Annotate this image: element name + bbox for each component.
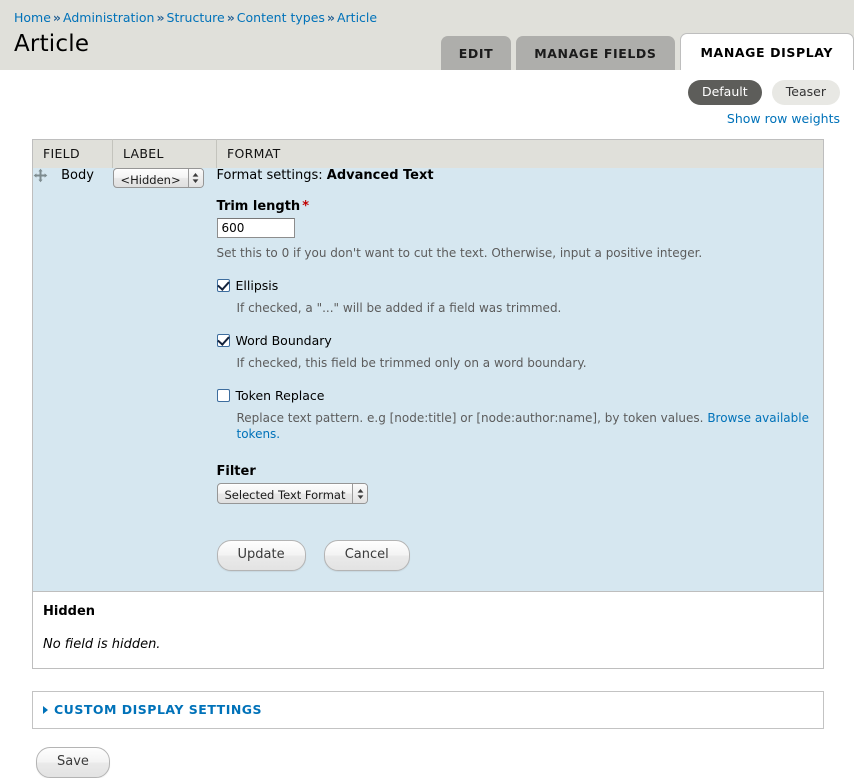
filter-label: Filter xyxy=(216,464,256,479)
breadcrumb-item-home[interactable]: Home xyxy=(14,10,51,25)
hidden-region-empty-message: No field is hidden. xyxy=(43,637,161,652)
cell-label: <Hidden> xyxy=(112,168,217,592)
breadcrumb-item-content-types[interactable]: Content types xyxy=(237,10,325,25)
filter-select[interactable]: Selected Text Format xyxy=(216,483,369,504)
page-header: Home» Administration» Structure» Content ty… xyxy=(0,0,854,70)
table-header-row: FIELD LABEL FORMAT xyxy=(32,139,824,168)
show-row-weights-wrap: Show row weights xyxy=(0,105,854,127)
show-row-weights-link[interactable]: Show row weights xyxy=(727,111,840,126)
cell-format: Format settings: Advanced Text Trim leng… xyxy=(216,168,824,592)
view-mode-switcher: Default Teaser xyxy=(0,70,854,105)
required-marker: * xyxy=(302,199,309,214)
stepper-arrows-icon xyxy=(187,169,203,187)
filter-select-value: Selected Text Format xyxy=(224,488,346,502)
word-boundary-checkbox-row: Word Boundary xyxy=(216,333,824,348)
token-replace-checkbox-row: Token Replace xyxy=(216,388,824,403)
update-button[interactable]: Update xyxy=(216,540,306,571)
word-boundary-checkbox[interactable] xyxy=(216,334,230,347)
view-mode-default[interactable]: Default xyxy=(687,80,762,105)
ellipsis-description: If checked, a "..." will be added if a f… xyxy=(236,301,562,315)
label-display-select-value: <Hidden> xyxy=(120,173,181,187)
trim-length-description: Set this to 0 if you don't want to cut t… xyxy=(216,246,703,260)
stepper-arrows-icon xyxy=(352,484,368,503)
table-head: FIELD LABEL FORMAT xyxy=(32,139,824,168)
breadcrumb-item-structure[interactable]: Structure xyxy=(167,10,225,25)
label-display-select[interactable]: <Hidden> xyxy=(112,168,204,188)
cancel-button[interactable]: Cancel xyxy=(323,540,410,571)
formatter-settings-form: Trim length* Set this to 0 if you don't … xyxy=(216,199,824,591)
column-header-field: FIELD xyxy=(32,139,113,168)
filter-block: Filter Selected Text Format xyxy=(216,464,824,504)
tab-manage-fields[interactable]: MANAGE FIELDS xyxy=(516,36,675,70)
ellipsis-checkbox[interactable] xyxy=(216,279,230,292)
save-button[interactable]: Save xyxy=(36,747,110,778)
ellipsis-checkbox-row: Ellipsis xyxy=(216,278,824,293)
cell-field: Body xyxy=(32,168,113,592)
token-replace-checkbox[interactable] xyxy=(216,389,230,402)
tab-manage-display[interactable]: MANAGE DISPLAY xyxy=(679,33,854,70)
table-row: Body <Hidden> Format settings: Advanced … xyxy=(32,168,824,592)
main-content: FIELD LABEL FORMAT Body <Hidden> Format … xyxy=(0,127,854,778)
column-header-format: FORMAT xyxy=(216,139,824,168)
token-replace-label[interactable]: Token Replace xyxy=(236,388,325,403)
token-replace-description-text: Replace text pattern. e.g [node:title] o… xyxy=(236,411,708,425)
ellipsis-label[interactable]: Ellipsis xyxy=(236,278,279,293)
format-settings-prefix: Format settings: xyxy=(216,168,327,183)
hidden-region: Hidden No field is hidden. xyxy=(32,592,824,669)
word-boundary-label[interactable]: Word Boundary xyxy=(236,333,332,348)
formatter-settings-actions: Update Cancel xyxy=(216,540,824,591)
format-settings-formatter-name: Advanced Text xyxy=(326,168,434,183)
column-header-label: LABEL xyxy=(112,139,217,168)
trim-length-label-text: Trim length xyxy=(216,199,301,214)
custom-display-settings-legend-text: CUSTOM DISPLAY SETTINGS xyxy=(54,702,263,717)
format-settings-heading: Format settings: Advanced Text xyxy=(217,168,824,183)
custom-display-settings-legend[interactable]: CUSTOM DISPLAY SETTINGS xyxy=(43,702,813,717)
breadcrumb-item-article[interactable]: Article xyxy=(337,10,377,25)
chevron-right-icon xyxy=(43,705,48,714)
breadcrumb-separator: » xyxy=(52,10,61,25)
custom-display-settings-fieldset[interactable]: CUSTOM DISPLAY SETTINGS xyxy=(32,691,824,729)
hidden-region-title: Hidden xyxy=(43,604,96,619)
token-replace-description: Replace text pattern. e.g [node:title] o… xyxy=(237,410,824,442)
breadcrumb-separator: » xyxy=(156,10,165,25)
breadcrumb: Home» Administration» Structure» Content ty… xyxy=(14,10,854,26)
trim-length-label: Trim length * xyxy=(217,199,824,214)
trim-length-input[interactable] xyxy=(216,218,295,238)
breadcrumb-item-administration[interactable]: Administration xyxy=(63,10,154,25)
view-mode-teaser[interactable]: Teaser xyxy=(771,80,840,105)
word-boundary-description: If checked, this field be trimmed only o… xyxy=(236,356,587,370)
field-name-body: Body xyxy=(61,168,94,183)
field-display-table: FIELD LABEL FORMAT Body <Hidden> Format … xyxy=(32,139,824,592)
tab-edit[interactable]: EDIT xyxy=(440,36,512,70)
form-actions: Save xyxy=(32,729,824,778)
breadcrumb-separator: » xyxy=(226,10,235,25)
breadcrumb-separator: » xyxy=(326,10,335,25)
drag-cross-icon[interactable] xyxy=(33,168,48,183)
table-body: Body <Hidden> Format settings: Advanced … xyxy=(32,168,824,592)
primary-tabs: EDIT MANAGE FIELDS MANAGE DISPLAY xyxy=(440,33,854,70)
